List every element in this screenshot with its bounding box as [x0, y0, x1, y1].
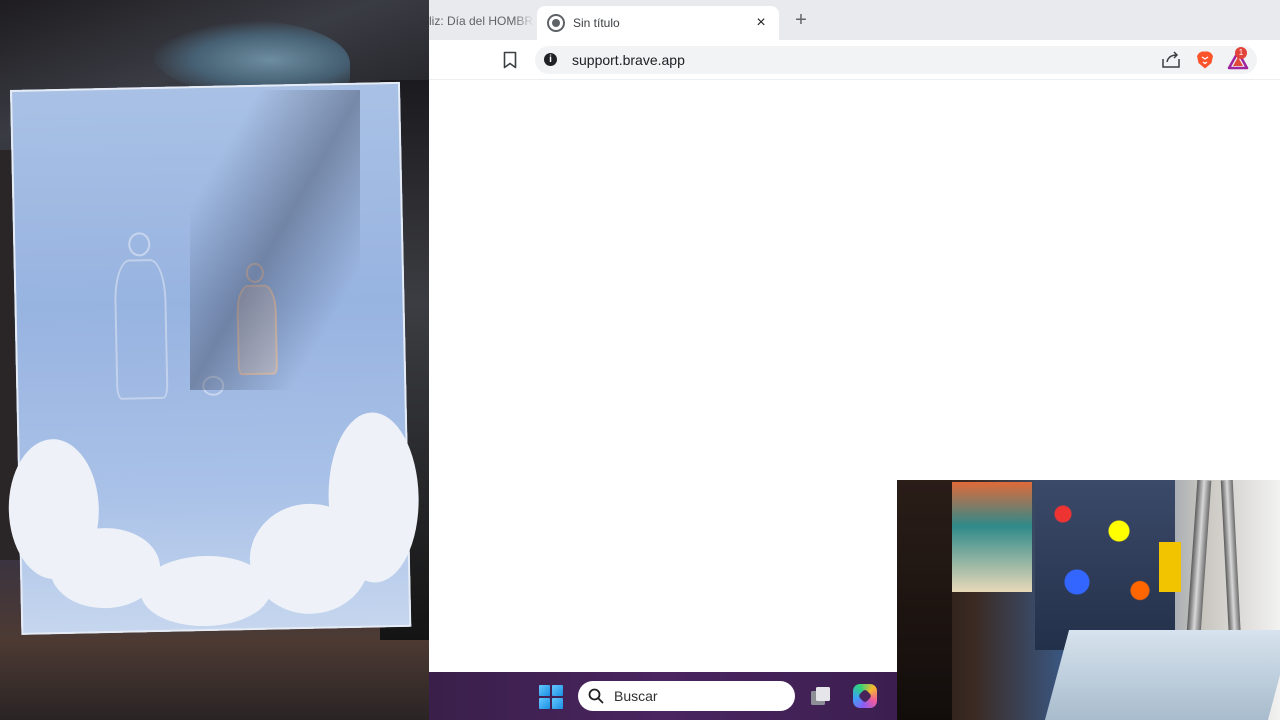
figure-head-adult — [128, 232, 151, 257]
poster — [952, 482, 1032, 592]
taskbar-search[interactable]: Buscar — [578, 681, 795, 711]
tab-active[interactable]: Sin título × — [537, 6, 779, 40]
table — [1044, 630, 1280, 720]
browser-toolbar: i support.brave.app 1 — [429, 40, 1280, 80]
search-placeholder: Buscar — [614, 688, 658, 704]
tab-title: Sin título — [573, 16, 620, 30]
page-content-lower — [429, 480, 897, 672]
bookmark-icon[interactable] — [503, 51, 517, 69]
figure-body-adult — [113, 258, 169, 400]
windows-logo-icon[interactable] — [539, 685, 563, 709]
task-view-icon[interactable] — [809, 685, 833, 707]
left-camera-feed — [0, 0, 429, 720]
share-icon[interactable] — [1161, 51, 1181, 69]
browser-window: liz: Día del HOMBRE Sin título × + i sup… — [429, 0, 1280, 480]
shadow — [190, 90, 360, 390]
page-content — [429, 80, 1280, 480]
search-icon — [588, 688, 604, 704]
dark-corner — [897, 480, 952, 720]
brave-lion-icon[interactable] — [1195, 50, 1215, 70]
right-camera-feed — [897, 480, 1280, 720]
tab-strip: liz: Día del HOMBRE Sin título × + — [429, 0, 1280, 40]
address-bar[interactable]: i support.brave.app 1 — [535, 46, 1257, 74]
info-icon[interactable]: i — [544, 53, 557, 66]
windows-taskbar: Buscar — [429, 672, 897, 720]
warning-sign — [1159, 542, 1181, 592]
sticker-wall — [1035, 480, 1175, 650]
new-tab-button[interactable]: + — [789, 8, 813, 32]
copilot-icon[interactable] — [853, 684, 877, 708]
globe-icon — [547, 14, 565, 32]
url-text[interactable]: support.brave.app — [572, 52, 685, 68]
rewards-count-badge: 1 — [1235, 47, 1247, 59]
close-tab-icon[interactable]: × — [751, 13, 771, 33]
tab-inactive[interactable]: liz: Día del HOMBRE — [429, 6, 534, 36]
